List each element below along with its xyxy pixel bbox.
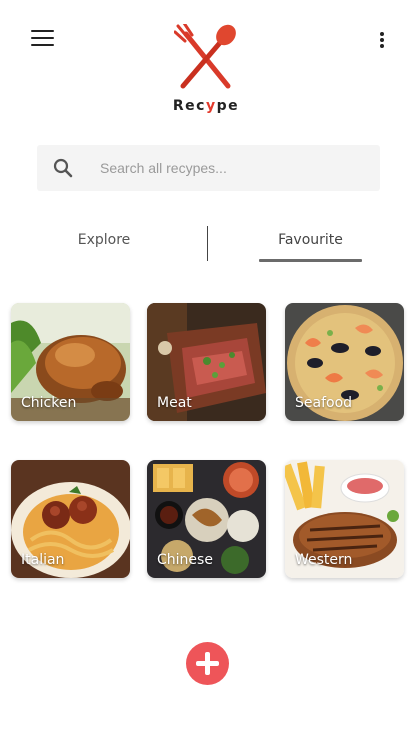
category-tile-chicken[interactable]: Chicken xyxy=(11,303,130,421)
hamburger-menu-icon[interactable] xyxy=(28,26,58,52)
category-label: Meat xyxy=(157,395,192,411)
crossed-fork-spoon-icon xyxy=(174,24,236,89)
search-bar[interactable] xyxy=(37,145,380,191)
tab-divider xyxy=(207,226,208,261)
category-label: Seafood xyxy=(295,395,353,411)
category-tile-meat[interactable]: Meat xyxy=(147,303,266,421)
category-tile-seafood[interactable]: Seafood xyxy=(285,303,404,421)
category-label: Western xyxy=(295,552,353,568)
app-title: Recype xyxy=(172,98,240,114)
category-tile-chinese[interactable]: Chinese xyxy=(147,460,266,578)
category-tile-western[interactable]: Western xyxy=(285,460,404,578)
plus-icon xyxy=(186,642,229,685)
add-recipe-button[interactable] xyxy=(186,642,229,685)
active-tab-indicator xyxy=(259,259,362,262)
category-label: Italian xyxy=(21,552,65,568)
category-label: Chinese xyxy=(157,552,213,568)
category-label: Chicken xyxy=(21,395,77,411)
app-logo: Recype xyxy=(168,20,244,120)
category-tile-italian[interactable]: Italian xyxy=(11,460,130,578)
tab-explore[interactable]: Explore xyxy=(54,232,154,258)
more-vertical-icon[interactable] xyxy=(372,26,392,52)
tab-favourite[interactable]: Favourite xyxy=(260,232,361,258)
search-input[interactable] xyxy=(100,145,370,191)
search-icon xyxy=(53,158,73,178)
